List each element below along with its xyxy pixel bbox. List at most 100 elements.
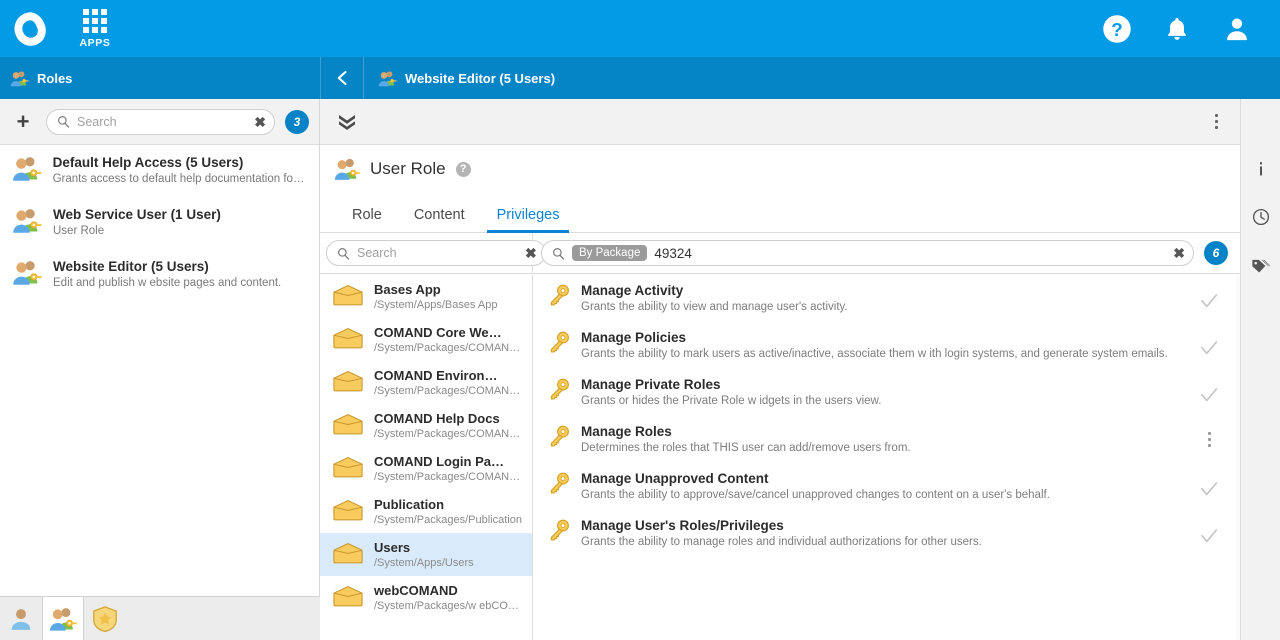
package-filter-value: 49324 bbox=[654, 246, 692, 261]
user-account-button[interactable] bbox=[1220, 12, 1254, 46]
roles-search[interactable]: ✖ bbox=[46, 109, 275, 135]
list-item[interactable]: Default Help Access (5 Users) Grants acc… bbox=[0, 145, 319, 197]
apps-grid-icon bbox=[83, 9, 107, 33]
package-name: webCOMAND bbox=[374, 583, 519, 598]
main-menu-button[interactable] bbox=[1204, 107, 1228, 137]
taskbar-item-roles[interactable] bbox=[42, 597, 84, 640]
privilege-name: Manage Unapproved Content bbox=[581, 471, 1182, 487]
list-item[interactable]: Publication /System/Packages/Publication bbox=[320, 490, 532, 533]
package-path: /System/Packages/w ebCO… bbox=[374, 600, 519, 612]
user-icon bbox=[8, 606, 34, 632]
help-circle-icon: ? bbox=[1102, 14, 1132, 44]
chevron-left-icon bbox=[335, 70, 349, 86]
main-panel: User Role ? Role Content Privileges ✖ bbox=[320, 99, 1240, 640]
roles-search-clear-icon[interactable]: ✖ bbox=[254, 115, 266, 129]
package-path: /System/Packages/COMAN… bbox=[374, 471, 520, 483]
by-package-chip[interactable]: By Package bbox=[572, 245, 647, 261]
privilege-count-badge[interactable]: 6 bbox=[1204, 241, 1228, 265]
list-item[interactable]: Website Editor (5 Users) Edit and publis… bbox=[0, 249, 319, 301]
roles-search-input[interactable] bbox=[77, 115, 247, 129]
main-toolbar bbox=[320, 99, 1240, 145]
roles-sidebar: + ✖ 3 bbox=[0, 99, 320, 640]
privilege-search-clear-icon[interactable]: ✖ bbox=[1173, 246, 1185, 260]
user-avatar-icon bbox=[1223, 15, 1251, 43]
list-item-selected[interactable]: Users /System/Apps/Users bbox=[320, 533, 532, 576]
list-item[interactable]: Manage Roles Determines the roles that T… bbox=[533, 416, 1240, 463]
privilege-granted-checkmark[interactable] bbox=[1192, 377, 1226, 405]
privilege-granted-checkmark[interactable] bbox=[1192, 283, 1226, 311]
filters-row: ✖ By Package 49324 ✖ 6 bbox=[320, 233, 1240, 274]
help-icon[interactable]: ? bbox=[456, 162, 471, 177]
check-icon bbox=[1199, 479, 1219, 499]
privilege-description: Grants the ability to manage roles and i… bbox=[581, 536, 1182, 549]
list-item-text: webCOMAND /System/Packages/w ebCO… bbox=[374, 583, 519, 612]
notifications-button[interactable] bbox=[1160, 12, 1194, 46]
packages-list: Bases App /System/Apps/Bases App COMAND … bbox=[320, 275, 533, 640]
add-role-button[interactable]: + bbox=[10, 109, 36, 135]
tab-privileges[interactable]: Privileges bbox=[481, 207, 576, 232]
taskbar-item-privileges[interactable] bbox=[84, 597, 126, 640]
tags-icon bbox=[1251, 256, 1271, 274]
package-name: COMAND Core We… bbox=[374, 325, 520, 340]
info-icon bbox=[1252, 160, 1270, 178]
users-key-icon bbox=[12, 155, 42, 182]
list-item[interactable]: webCOMAND /System/Packages/w ebCO… bbox=[320, 576, 532, 619]
package-name: Users bbox=[374, 540, 474, 555]
info-panel-button[interactable] bbox=[1241, 145, 1280, 193]
collapse-all-button[interactable] bbox=[332, 107, 362, 137]
history-panel-button[interactable] bbox=[1241, 193, 1280, 241]
list-item-text: Default Help Access (5 Users) Grants acc… bbox=[53, 155, 307, 186]
magnifier-icon bbox=[552, 247, 565, 260]
list-item[interactable]: Bases App /System/Apps/Bases App bbox=[320, 275, 532, 318]
list-item-text: COMAND Environ… /System/Packages/COMAN… bbox=[374, 368, 520, 397]
users-role-icon bbox=[378, 70, 397, 87]
package-icon bbox=[332, 540, 364, 566]
tags-panel-button[interactable] bbox=[1241, 241, 1280, 289]
tab-content[interactable]: Content bbox=[398, 207, 481, 232]
privilege-search[interactable]: By Package 49324 ✖ bbox=[541, 240, 1194, 266]
top-brand-bar: APPS ? bbox=[0, 0, 1280, 57]
list-item[interactable]: Web Service User (1 User) User Role bbox=[0, 197, 319, 249]
package-path: /System/Packages/COMAN… bbox=[374, 428, 520, 440]
key-icon bbox=[547, 330, 571, 354]
privilege-name: Manage Policies bbox=[581, 330, 1182, 346]
package-icon bbox=[332, 454, 364, 480]
tab-role[interactable]: Role bbox=[336, 207, 398, 232]
list-item[interactable]: COMAND Login Pa… /System/Packages/COMAN… bbox=[320, 447, 532, 490]
list-item[interactable]: Manage Policies Grants the ability to ma… bbox=[533, 322, 1240, 369]
list-item[interactable]: Manage Activity Grants the ability to vi… bbox=[533, 275, 1240, 322]
apps-button[interactable]: APPS bbox=[68, 9, 122, 49]
package-icon bbox=[332, 583, 364, 609]
svg-text:?: ? bbox=[1111, 18, 1122, 39]
package-search[interactable]: ✖ bbox=[326, 240, 546, 266]
list-item[interactable]: Manage Unapproved Content Grants the abi… bbox=[533, 463, 1240, 510]
list-item[interactable]: Manage Private Roles Grants or hides the… bbox=[533, 369, 1240, 416]
record-tabs: Role Content Privileges bbox=[320, 193, 1240, 233]
roles-count-badge[interactable]: 3 bbox=[285, 110, 309, 134]
privilege-options-button[interactable] bbox=[1192, 424, 1226, 447]
list-item-text: Web Service User (1 User) User Role bbox=[53, 207, 221, 238]
list-item[interactable]: Manage User's Roles/Privileges Grants th… bbox=[533, 510, 1240, 557]
key-icon bbox=[547, 518, 571, 542]
package-search-input[interactable] bbox=[357, 246, 518, 260]
privilege-description: Grants the ability to mark users as acti… bbox=[581, 348, 1182, 361]
list-item[interactable]: COMAND Core We… /System/Packages/COMAN… bbox=[320, 318, 532, 361]
package-icon bbox=[332, 282, 364, 308]
clock-history-icon bbox=[1252, 208, 1270, 226]
privilege-name: Manage User's Roles/Privileges bbox=[581, 518, 1182, 534]
app-logo[interactable] bbox=[0, 10, 62, 48]
list-item[interactable]: COMAND Environ… /System/Packages/COMAN… bbox=[320, 361, 532, 404]
privilege-granted-checkmark[interactable] bbox=[1192, 518, 1226, 546]
package-name: COMAND Login Pa… bbox=[374, 454, 520, 469]
privilege-granted-checkmark[interactable] bbox=[1192, 471, 1226, 499]
help-button[interactable]: ? bbox=[1100, 12, 1134, 46]
role-name: Website Editor (5 Users) bbox=[53, 259, 281, 274]
privilege-description: Grants or hides the Private Role w idget… bbox=[581, 395, 1182, 408]
key-icon bbox=[547, 471, 571, 495]
back-button[interactable] bbox=[320, 57, 364, 99]
package-name: Publication bbox=[374, 497, 522, 512]
taskbar-item-user[interactable] bbox=[0, 597, 42, 640]
privilege-granted-checkmark[interactable] bbox=[1192, 330, 1226, 358]
privilege-name: Manage Roles bbox=[581, 424, 1182, 440]
list-item[interactable]: COMAND Help Docs /System/Packages/COMAN… bbox=[320, 404, 532, 447]
